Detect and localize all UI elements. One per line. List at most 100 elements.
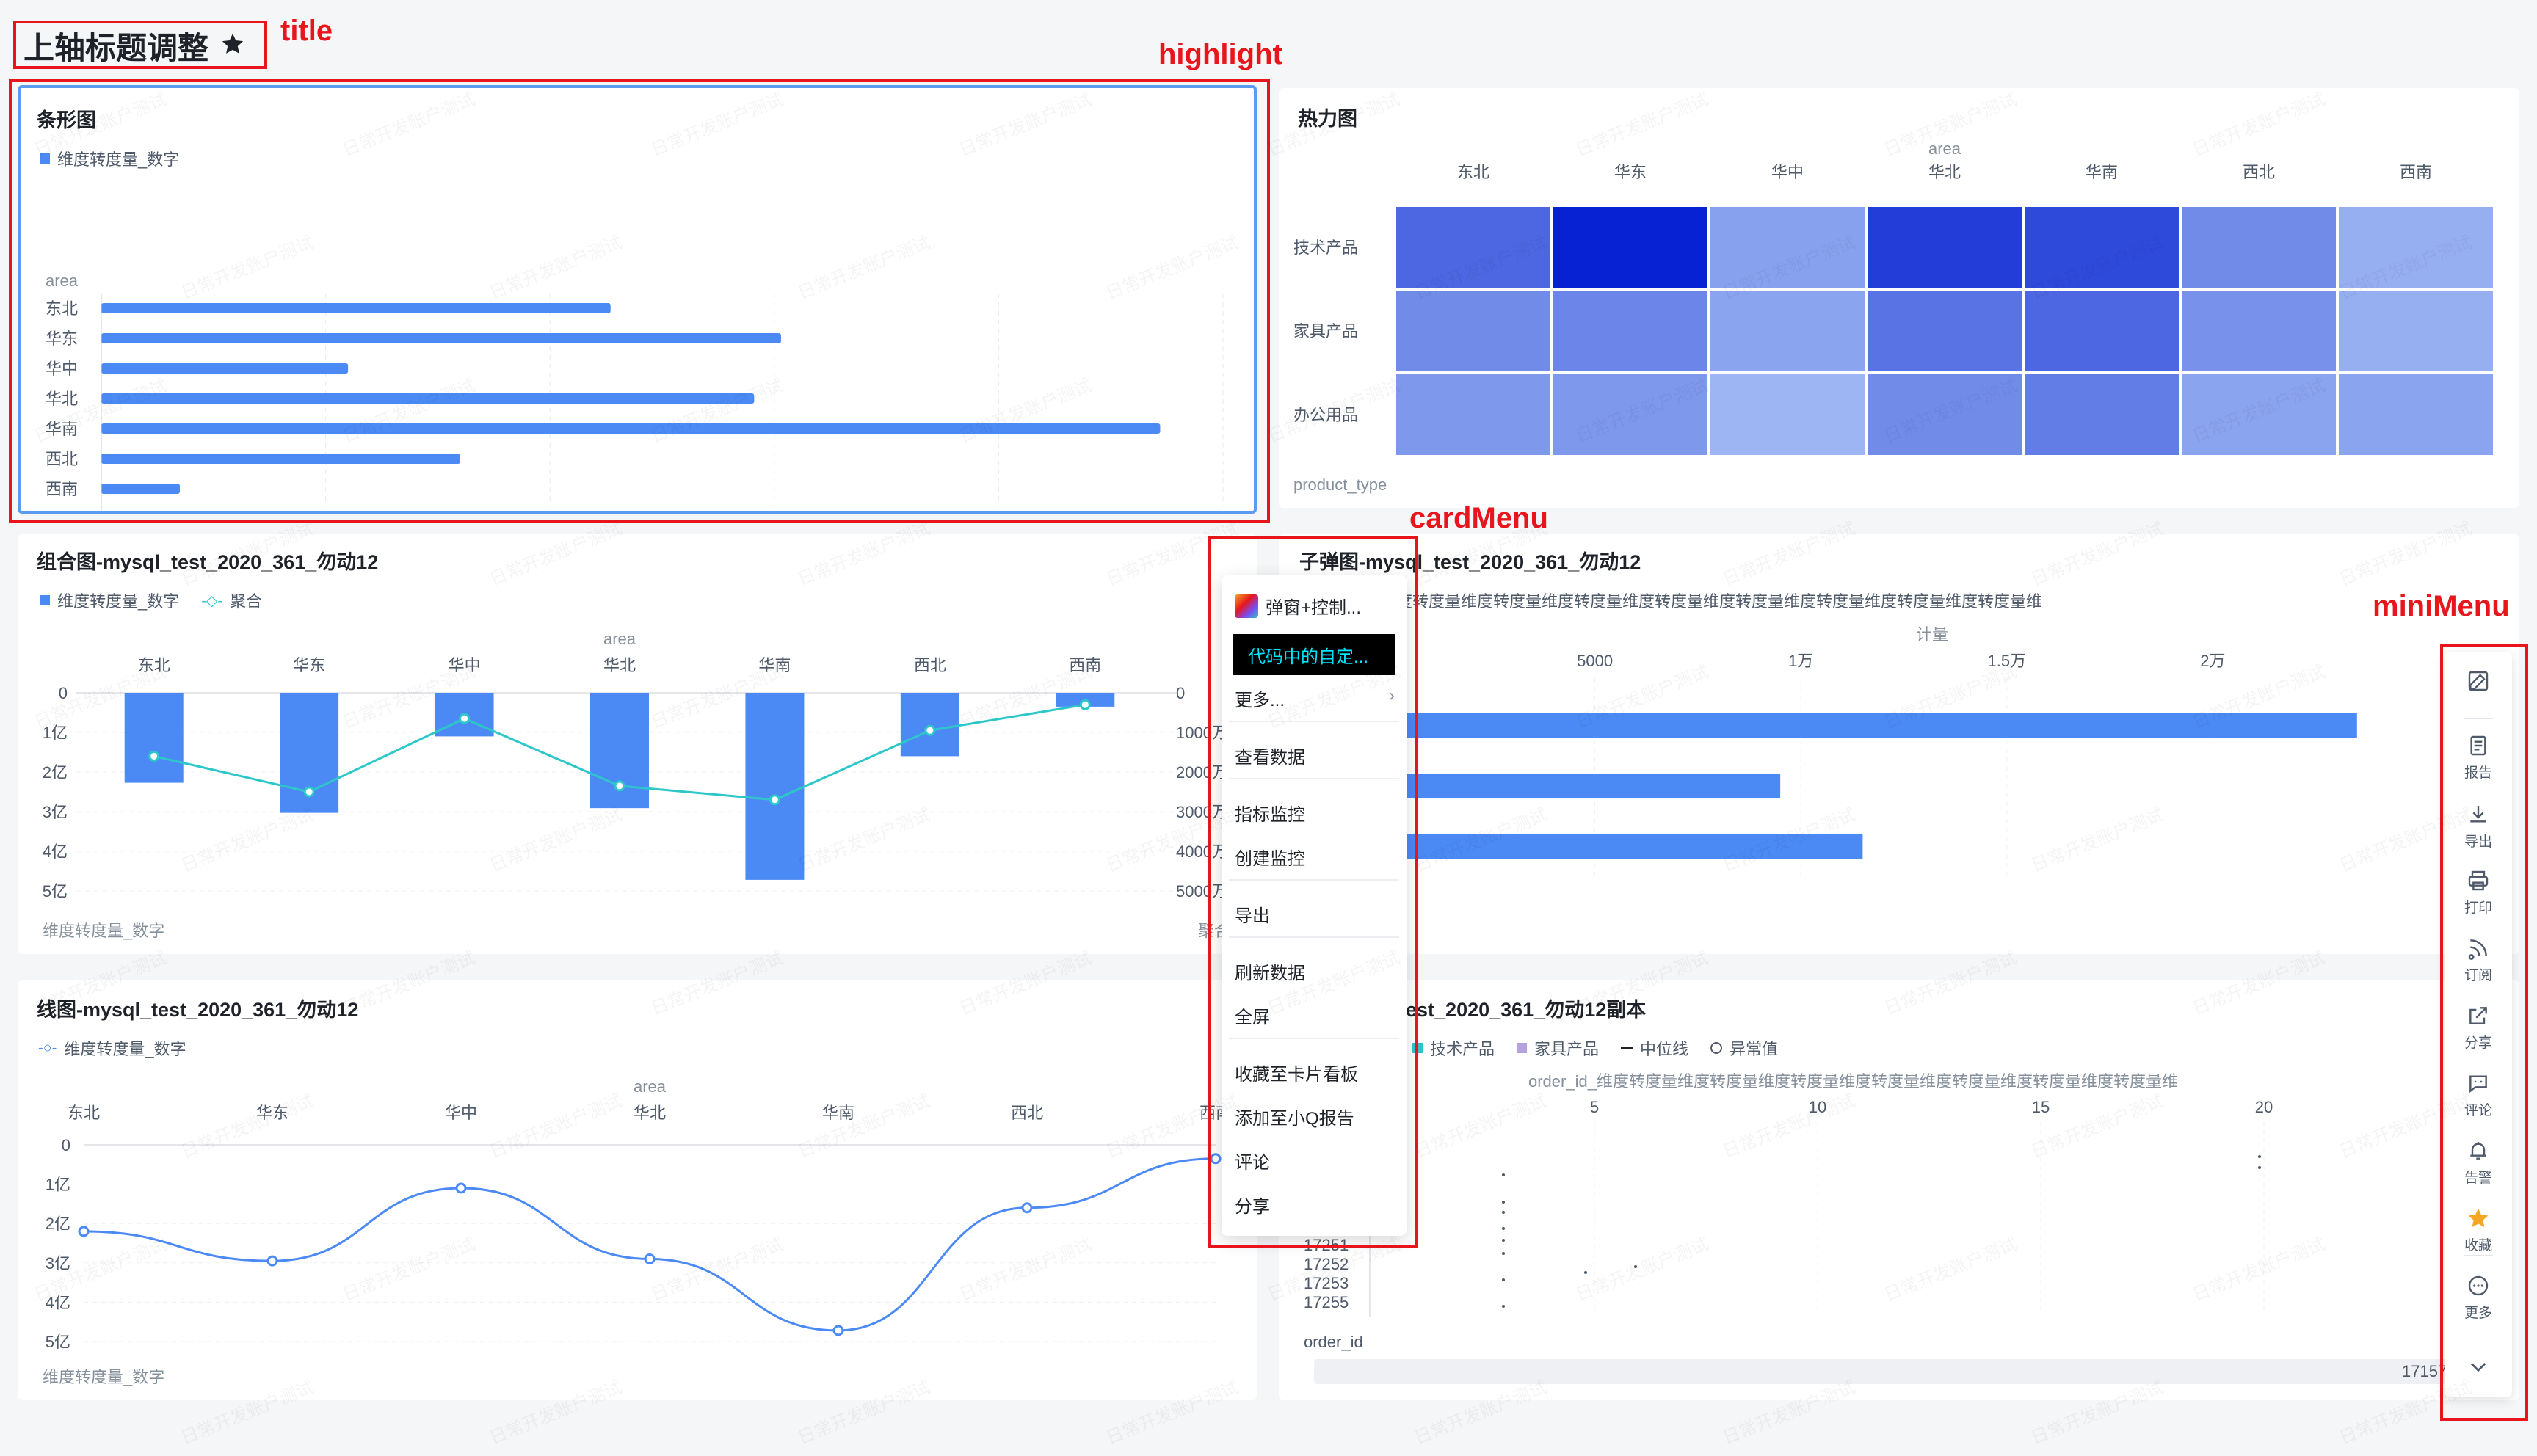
y-axis-title: 维度转度量_数字 [43, 1368, 164, 1386]
highlight-annotation-label: highlight [1158, 38, 1282, 70]
line-point [644, 1253, 656, 1264]
x-tick-label: 西北 [1011, 1104, 1043, 1122]
combo-chart: area东北 华东 华中 华北 华南 西北 西南0 01亿 1000万2亿 2000万3亿 3000… [43, 630, 1230, 940]
bullet-bar [1404, 774, 1781, 798]
y-tick-label: 17255 [1304, 1293, 1349, 1311]
heatmap-cell [1396, 207, 1550, 288]
scatter-point [2258, 1155, 2261, 1158]
column-label: 华中 [1771, 163, 1804, 181]
axis-label: area [603, 630, 636, 648]
scatter-point [1502, 1278, 1505, 1281]
heatmap-cell [1710, 374, 1865, 455]
line-point [832, 1325, 844, 1336]
x-tick-label: 华东 [293, 656, 325, 674]
y-tick-label: 5亿 [46, 1333, 70, 1351]
bullet-bar [1404, 713, 2357, 738]
bar [124, 693, 184, 783]
bullet-chart-card[interactable]: 子弹图-mysql_test_2020_361_勿动12 度转度量维度转度量维度… [1279, 534, 2519, 954]
scatter-chart: 5 10 15 2017251172521725317255 [1304, 1098, 2273, 1317]
line-point [769, 794, 780, 806]
line-chart-card[interactable]: 线图-mysql_test_2020_361_勿动12 -○- 维度转度量_数字 … [18, 980, 1257, 1400]
x-tick-label: 15 [2032, 1098, 2050, 1116]
heatmap-cell [2339, 374, 2493, 455]
scatter-point [2258, 1166, 2261, 1169]
column-label: 华北 [1928, 163, 1961, 181]
scatter-point [1502, 1201, 1505, 1204]
column-label: 西北 [2243, 163, 2275, 181]
line-point [1021, 1202, 1033, 1214]
card-menu-annotation-box [1208, 536, 1418, 1248]
heatmap-cell [1396, 374, 1550, 455]
heatmap-card[interactable]: 热力图 area 东北 华东 华中 华北 华南 西北 西南 技术产品 家具产品 办公用品 produc… [1279, 88, 2519, 508]
column-label: 华南 [2086, 163, 2118, 181]
y-tick-label: 0 [59, 684, 68, 702]
y-axis-title: order_id [1304, 1333, 1363, 1351]
y-tick-label: 1亿 [46, 1176, 70, 1194]
y-axis-title: product_type [1293, 476, 1387, 494]
x-tick-label: 20 [2255, 1098, 2273, 1116]
scatter-point [1584, 1271, 1587, 1274]
scatter-point [1502, 1227, 1505, 1230]
scatter-chart-card[interactable]: sql_test_2020_361_勿动12副本 技术产品 家具产品 中位线 异… [1279, 980, 2519, 1400]
scatter-point [1502, 1305, 1505, 1308]
star-icon[interactable] [220, 29, 245, 64]
bar [745, 693, 805, 880]
column-label: 东北 [1457, 163, 1489, 181]
y-tick-label: 3亿 [43, 803, 68, 821]
x-tick-label: 1.5万 [1988, 652, 2027, 670]
line-chart: area东北 华东 华中 华北 华南 西北 西南01亿2亿3亿4亿5亿维度转度量_数字 [43, 1077, 1232, 1386]
highlight-annotation-box [9, 79, 1270, 523]
heatmap-cell [1710, 207, 1865, 288]
card-menu-annotation-label: cardMenu [1409, 502, 1548, 534]
x-tick-label: 东北 [68, 1104, 100, 1122]
heatmap-cell [2025, 291, 2179, 371]
x-tick-label: 5000 [1577, 652, 1613, 670]
line-point [614, 780, 625, 792]
x-tick-label: 华北 [634, 1104, 666, 1122]
heatmap-cell [1553, 374, 1707, 455]
x-tick-label: 华中 [449, 656, 481, 674]
x-tick-label: 华北 [603, 656, 636, 674]
y-tick-label: 2亿 [46, 1215, 70, 1233]
row-label: 办公用品 [1293, 406, 1358, 424]
combo-chart-card[interactable]: 组合图-mysql_test_2020_361_勿动12 维度转度量_数字 -◇… [18, 534, 1257, 954]
heatmap-cell [1710, 291, 1865, 371]
page-title: 上轴标题调整 [23, 23, 245, 68]
horizontal-scrollbar[interactable] [1314, 1359, 2459, 1384]
x-tick-label: 华东 [256, 1104, 288, 1122]
x-tick-label: 华南 [758, 656, 791, 674]
scatter-point [1502, 1252, 1505, 1255]
bullet-chart: 计量 5000 1万 1.5万 2万 [1404, 625, 2357, 879]
column-label: 华东 [1614, 163, 1647, 181]
heatmap-cell [1868, 207, 2022, 288]
line-point [924, 724, 936, 736]
heatmap-cell [2182, 291, 2336, 371]
title-annotation-label: title [280, 15, 333, 47]
heatmap-cell [2025, 207, 2179, 288]
scatter-point [1502, 1211, 1505, 1214]
heatmap-cell [2339, 291, 2493, 371]
y-tick-label: 17252 [1304, 1255, 1349, 1273]
page-title-text: 上轴标题调整 [23, 31, 209, 65]
heatmap-cell [2025, 374, 2179, 455]
heatmap-cell [1396, 291, 1550, 371]
heatmap-cell [1553, 207, 1707, 288]
mini-menu-annotation-box [2440, 644, 2528, 1421]
line-point [1079, 699, 1091, 710]
column-label: 西南 [2400, 163, 2432, 181]
x-axis-title: 计量 [1916, 625, 1948, 644]
heatmap-cell [1868, 291, 2022, 371]
heatmap-cell [2182, 207, 2336, 288]
line-point [455, 1182, 467, 1194]
x-tick-label: 东北 [138, 656, 170, 674]
y-tick-label: 3亿 [46, 1254, 70, 1273]
x-axis-title: area [1928, 139, 1961, 158]
heatmap-cell [1868, 374, 2022, 455]
row-label: 家具产品 [1293, 322, 1358, 341]
line-point [78, 1226, 90, 1237]
x-tick-label: 1万 [1788, 652, 1813, 670]
line-point [148, 750, 160, 762]
y-tick-label: 4亿 [46, 1293, 70, 1311]
line-point [266, 1255, 278, 1267]
scatter-point [1502, 1239, 1505, 1242]
